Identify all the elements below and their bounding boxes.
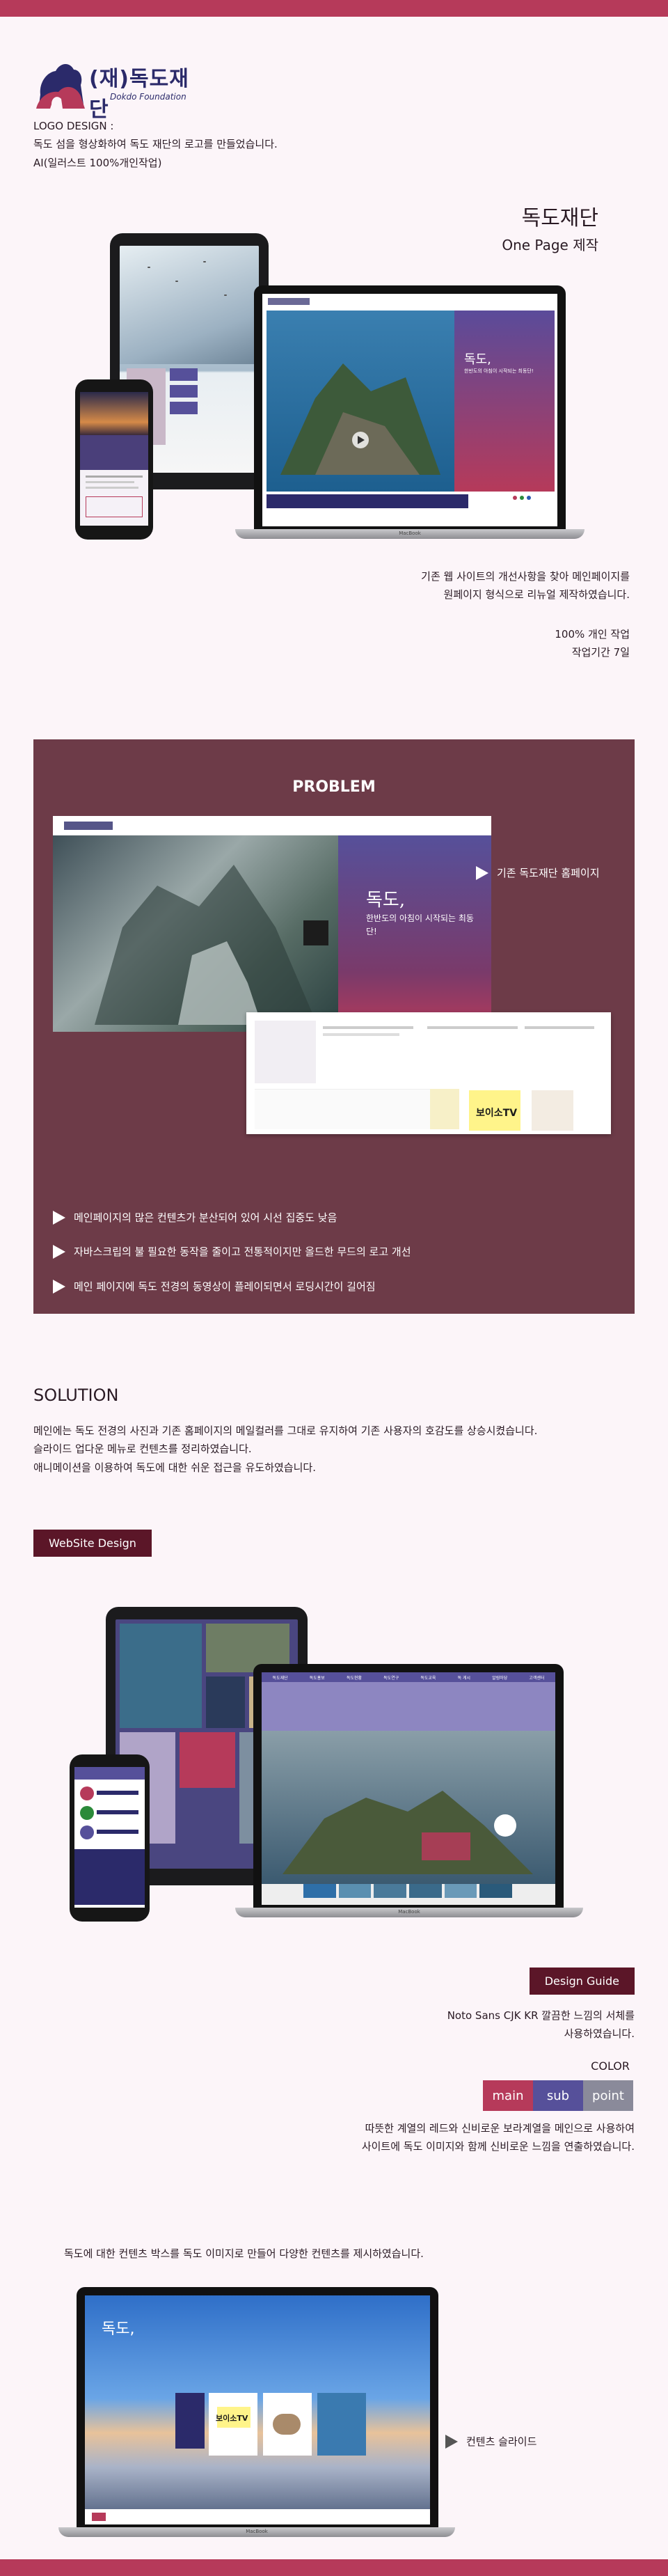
swatch-sub: sub (533, 2080, 583, 2111)
website-laptop-mockup: 독도재단 독도홍보 독도현황 독도연구 독도교육 독 게시 알림마당 고객센터 (253, 1664, 564, 1908)
hero-laptop-mockup: 독도, 한반도의 아침이 시작되는 최동단! (254, 285, 566, 529)
guide-desc-line-1: 따뜻한 계열의 레드와 신비로운 보라계열을 메인으로 사용하여 (365, 2122, 635, 2135)
hero-laptop-base: MacBook (235, 529, 584, 539)
existing-homepage-label: 기존 독도재단 홈페이지 (476, 865, 600, 880)
logo-heading: LOGO DESIGN : (33, 120, 114, 132)
hero-mock-heading: 독도, (464, 352, 491, 367)
problem-section: PROBLEM 독도, 한반도의 아침이 시작되는 최동단! 보이소TV 기존 … (33, 739, 635, 1314)
nav-item-7[interactable]: 알림마당 (492, 1674, 507, 1681)
hero-title: 독도재단 (521, 206, 598, 230)
problem-item-3: 메인 페이지에 독도 전경의 동영상이 플레이되면서 로딩시간이 길어짐 (53, 1279, 376, 1294)
hero-meta-period: 작업기간 7일 (571, 646, 630, 659)
design-guide-badge: Design Guide (529, 1968, 635, 1995)
guide-font-line-1: Noto Sans CJK KR 깔끔한 느낌의 서체를 (447, 2009, 635, 2022)
existing-homepage-label-text: 기존 독도재단 홈페이지 (497, 867, 600, 879)
arrow-right-icon (445, 2434, 458, 2449)
solution-description: 메인에는 독도 전경의 사진과 기존 홈페이지의 메일컬러를 그대로 유지하여 … (33, 1422, 646, 1477)
guide-font-line-2: 사용하였습니다. (564, 2027, 635, 2041)
problem-item-2-text: 자바스크립의 불 필요한 동작을 줄이고 전통적이지만 올드한 무드의 로고 개… (74, 1246, 411, 1258)
problem-title: PROBLEM (292, 778, 376, 796)
dokdo-aerial-photo (283, 1791, 533, 1874)
existing-tv-badge: 보이소TV (476, 1108, 518, 1119)
nav-item-4[interactable]: 독도연구 (383, 1674, 399, 1681)
nav-item-6[interactable]: 독 게시 (458, 1674, 470, 1681)
content-mock-title: 독도, (102, 2320, 135, 2338)
dokdo-island-logo-mark (36, 63, 85, 109)
nav-item-2[interactable]: 독도홍보 (310, 1674, 325, 1681)
hero-description-line-2: 원페이지 형식으로 리뉴얼 제작하였습니다. (443, 588, 630, 602)
laptop-brand: MacBook (399, 531, 421, 536)
content-laptop-mockup: 독도, 보이소TV (77, 2287, 438, 2527)
hero-phone-mockup (75, 379, 153, 540)
color-label: COLOR (591, 2059, 630, 2073)
guide-font-description: Noto Sans CJK KR 깔끔한 느낌의 서체를 사용하였습니다. (301, 2006, 635, 2043)
cliff-photo (95, 865, 317, 1025)
problem-item-1: 메인페이지의 많은 컨텐츠가 분산되어 있어 시선 집중도 낮음 (53, 1210, 337, 1225)
hero-mock-subtitle: 한반도의 아침이 시작되는 최동단! (464, 368, 534, 374)
content-tv-badge: 보이소TV (216, 2414, 248, 2423)
arrow-right-icon (53, 1210, 65, 1225)
content-slide-label-text: 컨텐츠 슬라이드 (466, 2435, 537, 2448)
hero-description-line-1: 기존 웹 사이트의 개선사항을 찾아 메인페이지를 (421, 570, 630, 583)
swatch-point: point (583, 2080, 633, 2111)
website-design-badge: WebSite Design (33, 1530, 152, 1557)
color-swatches: main sub point (483, 2080, 633, 2111)
solution-line-2: 슬라이드 업다운 메뉴로 컨텐츠를 정리하였습니다. (33, 1443, 252, 1456)
website-laptop-base: MacBook (235, 1908, 583, 1917)
arrow-right-icon (53, 1279, 65, 1294)
laptop-screen: 독도, 한반도의 아침이 시작되는 최동단! (262, 294, 557, 526)
phone-screen (80, 392, 148, 526)
website-nav: 독도재단 독도홍보 독도현황 독도연구 독도교육 독 게시 알림마당 고객센터 (262, 1672, 555, 1682)
logo-description: LOGO DESIGN : 독도 섬을 형상화하여 독도 재단의 로고를 만들었… (33, 117, 381, 172)
hero-meta: 100% 개인 작업 작업기간 7일 (555, 625, 630, 662)
content-description: 독도에 대한 컨텐츠 박스를 독도 이미지로 만들어 다양한 컨텐츠를 제시하였… (64, 2247, 424, 2260)
solution-line-1: 메인에는 독도 전경의 사진과 기존 홈페이지의 메일컬러를 그대로 유지하여 … (33, 1424, 538, 1437)
existing-mock-title: 독도, (366, 890, 406, 911)
logo-line-1: 독도 섬을 형상화하여 독도 재단의 로고를 만들었습니다. (33, 138, 278, 151)
nav-item-3[interactable]: 독도현황 (347, 1674, 362, 1681)
bottom-accent-bar (0, 2559, 668, 2576)
existing-content-panel: 보이소TV (246, 1012, 611, 1134)
solution-line-3: 애니메이션을 이용하여 독도에 대한 쉬운 접근을 유도하였습니다. (33, 1461, 316, 1474)
existing-mock-subtitle: 한반도의 아침이 시작되는 최동단! (366, 913, 474, 937)
guide-desc-line-2: 사이트에 독도 이미지와 함께 신비로운 느낌을 연출하였습니다. (361, 2140, 635, 2153)
content-slide-label: 컨텐츠 슬라이드 (445, 2434, 536, 2449)
nav-item-1[interactable]: 독도재단 (273, 1674, 288, 1681)
logo-english-text: Dokdo Foundation (110, 92, 186, 102)
hero-description: 기존 웹 사이트의 개선사항을 찾아 메인페이지를 원페이지 형식으로 리뉴얼 … (268, 567, 630, 604)
dokdo-logo: (재)독도재단 Dokdo Foundation (35, 56, 202, 122)
guide-color-description: 따뜻한 계열의 레드와 신비로운 보라계열을 메인으로 사용하여 사이트에 독도… (134, 2119, 635, 2156)
top-accent-bar (0, 0, 668, 17)
website-laptop-screen: 독도재단 독도홍보 독도현황 독도연구 독도교육 독 게시 알림마당 고객센터 (262, 1672, 555, 1905)
swatch-main: main (483, 2080, 533, 2111)
problem-item-1-text: 메인페이지의 많은 컨텐츠가 분산되어 있어 시선 집중도 낮음 (74, 1211, 337, 1224)
problem-item-2: 자바스크립의 불 필요한 동작을 줄이고 전통적이지만 올드한 무드의 로고 개… (53, 1244, 411, 1259)
website-laptop-brand: MacBook (398, 1909, 420, 1915)
nav-item-5[interactable]: 독도교육 (420, 1674, 436, 1681)
solution-title: SOLUTION (33, 1385, 119, 1405)
website-phone-mockup (70, 1754, 150, 1922)
content-laptop-base: MacBook (58, 2527, 455, 2537)
problem-item-3-text: 메인 페이지에 독도 전경의 동영상이 플레이되면서 로딩시간이 길어짐 (74, 1280, 376, 1293)
hero-subtitle: One Page 제작 (502, 237, 598, 253)
nav-item-8[interactable]: 고객센터 (529, 1674, 544, 1681)
arrow-right-icon (53, 1244, 65, 1259)
website-phone-screen (74, 1767, 145, 1908)
dokdo-island-photo (280, 363, 440, 475)
existing-homepage-screenshot: 독도, 한반도의 아침이 시작되는 최동단! (53, 816, 491, 1032)
content-laptop-brand: MacBook (246, 2529, 268, 2534)
logo-line-2: AI(일러스트 100%개인작업) (33, 156, 162, 169)
hero-title-block: 독도재단 One Page 제작 (502, 201, 598, 254)
content-laptop-screen: 독도, 보이소TV (85, 2295, 430, 2524)
hero-meta-work: 100% 개인 작업 (555, 628, 630, 641)
arrow-right-icon (476, 865, 488, 880)
